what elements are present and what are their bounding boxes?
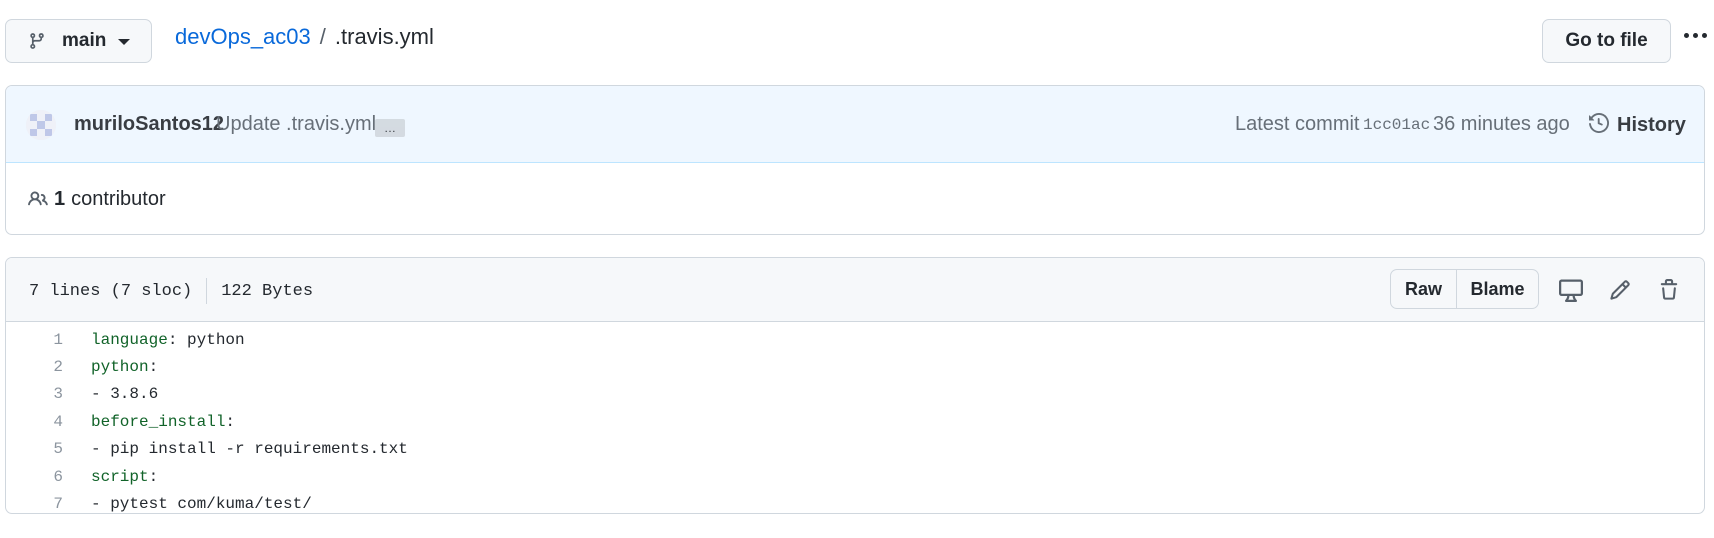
kebab-horizontal-icon[interactable]: [1680, 20, 1710, 50]
file-navigation-bar: main devOps_ac03 / .travis.yml Go to fil…: [0, 0, 1714, 70]
line-count: 7 lines (7 sloc): [29, 281, 193, 301]
breadcrumb: devOps_ac03 / .travis.yml: [175, 22, 434, 52]
line-number[interactable]: 5: [6, 440, 63, 458]
history-link[interactable]: History: [1589, 110, 1686, 140]
history-label: History: [1617, 113, 1686, 136]
branch-select-button[interactable]: main: [5, 19, 152, 63]
raw-button[interactable]: Raw: [1391, 270, 1457, 308]
yaml-key: script: [91, 467, 149, 486]
code-line: 3 - 3.8.6: [6, 381, 1704, 408]
people-icon: [28, 188, 50, 210]
code-line: 1 language: python: [6, 326, 1704, 353]
file-info: 7 lines (7 sloc) 122 Bytes: [29, 278, 313, 304]
breadcrumb-separator: /: [319, 24, 326, 49]
file-name: .travis.yml: [334, 24, 434, 49]
history-icon: [1589, 112, 1610, 138]
yaml-value: - pip install -r requirements.txt: [91, 440, 408, 459]
latest-commit-box: muriloSantos12 Update .travis.yml … Late…: [5, 85, 1705, 235]
line-number[interactable]: 6: [6, 468, 63, 486]
commit-author-link[interactable]: muriloSantos12: [74, 113, 224, 136]
line-number[interactable]: 1: [6, 331, 63, 349]
code-line: 2 python:: [6, 353, 1704, 380]
contributor-count: 1: [54, 187, 66, 210]
expand-commit-message-button[interactable]: …: [375, 119, 405, 137]
caret-down-icon: [118, 39, 131, 45]
commit-header: muriloSantos12 Update .travis.yml … Late…: [6, 86, 1704, 163]
contributor-label: contributor: [71, 187, 166, 210]
avatar[interactable]: [26, 110, 56, 140]
file-size: 122 Bytes: [221, 281, 314, 301]
yaml-key: python: [91, 358, 149, 377]
pencil-icon[interactable]: [1608, 278, 1632, 302]
code-line: 6 script:: [6, 463, 1704, 490]
code-view: 1 language: python 2 python: 3 - 3.8.6 4…: [6, 322, 1704, 514]
commit-time: 36 minutes ago: [1433, 113, 1570, 135]
file-actions-group: Raw Blame: [1390, 269, 1539, 309]
line-number[interactable]: 4: [6, 413, 63, 431]
trash-icon[interactable]: [1657, 278, 1681, 302]
code-line: 5 - pip install -r requirements.txt: [6, 436, 1704, 463]
contributors-row[interactable]: 1 contributor: [6, 163, 1704, 234]
code-line: 7 - pytest com/kuma/test/: [6, 490, 1704, 514]
go-to-file-button[interactable]: Go to file: [1542, 19, 1671, 63]
yaml-value: :: [148, 358, 159, 377]
divider: [206, 278, 208, 304]
repo-link[interactable]: devOps_ac03: [175, 24, 311, 50]
line-number[interactable]: 3: [6, 385, 63, 403]
yaml-value: :: [148, 467, 159, 486]
git-branch-icon: [28, 31, 48, 51]
latest-commit-label: Latest commit: [1235, 113, 1360, 135]
yaml-value: :: [225, 412, 236, 431]
commit-message-link[interactable]: Update .travis.yml: [216, 113, 376, 136]
yaml-value: - pytest com/kuma/test/: [91, 495, 312, 514]
yaml-key: before_install: [91, 412, 226, 431]
line-number[interactable]: 2: [6, 358, 63, 376]
code-line: 4 before_install:: [6, 408, 1704, 435]
yaml-value: : python: [167, 330, 245, 349]
commit-sha-link[interactable]: 1cc01ac: [1363, 116, 1430, 134]
file-viewer: 7 lines (7 sloc) 122 Bytes Raw Blame 1 l…: [5, 257, 1705, 514]
line-number[interactable]: 7: [6, 495, 63, 513]
blame-button[interactable]: Blame: [1457, 270, 1538, 308]
desktop-icon[interactable]: [1559, 278, 1583, 302]
branch-name: main: [62, 30, 107, 51]
file-header: 7 lines (7 sloc) 122 Bytes Raw Blame: [6, 258, 1704, 322]
yaml-key: language: [91, 330, 168, 349]
yaml-value: - 3.8.6: [91, 385, 159, 404]
